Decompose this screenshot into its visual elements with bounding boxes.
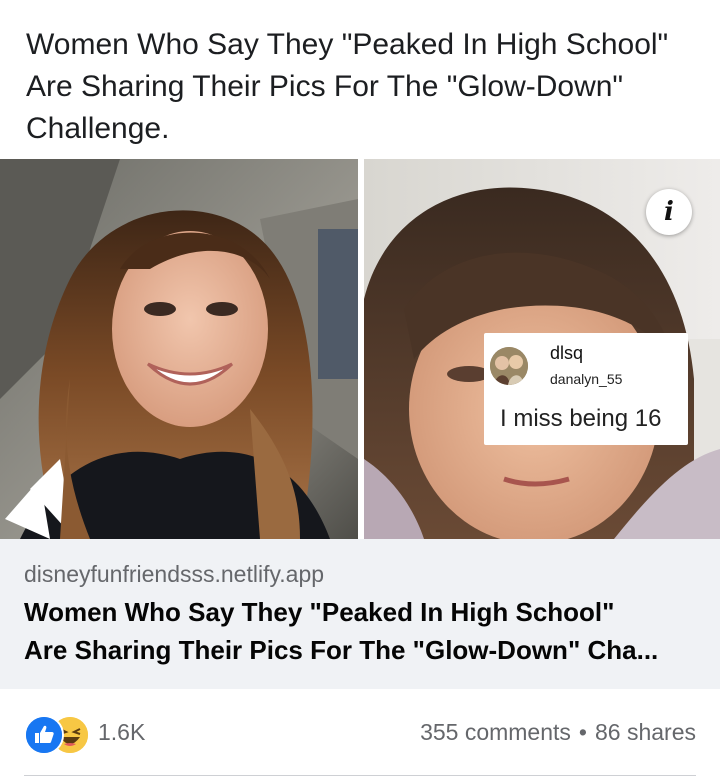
engagement-bar: 1.6K 355 comments • 86 shares	[0, 689, 720, 779]
link-title-line: Women Who Say They "Peaked In High Schoo…	[24, 597, 615, 627]
feed-post: Women Who Say They "Peaked In High Schoo…	[0, 0, 720, 780]
reaction-icons[interactable]	[24, 715, 94, 755]
comments-count[interactable]: 355 comments	[420, 719, 571, 745]
post-text-line: Are Sharing Their Pics For The "Glow-Dow…	[26, 70, 624, 103]
comment-share-counts: 355 comments • 86 shares	[420, 719, 696, 746]
link-title[interactable]: Women Who Say They "Peaked In High Schoo…	[24, 593, 704, 669]
post-text-line: Women Who Say They "Peaked In High Schoo…	[26, 28, 669, 61]
post-text-line: Challenge.	[26, 112, 170, 145]
instagram-overlay: dlsq danalyn_55 I miss being 16	[484, 333, 688, 445]
separator: •	[578, 719, 587, 745]
overlay-caption: I miss being 16	[500, 405, 662, 432]
overlay-username: dlsq	[550, 343, 584, 363]
avatar	[490, 347, 528, 385]
post-media-link[interactable]: dlsq danalyn_55 I miss being 16	[0, 159, 720, 539]
link-preview[interactable]: disneyfunfriendsss.netlify.app Women Who…	[0, 539, 720, 689]
info-icon[interactable]: i	[646, 189, 692, 235]
shares-count[interactable]: 86 shares	[595, 719, 696, 745]
like-icon	[24, 715, 64, 755]
smiling-young-woman-photo	[0, 159, 358, 539]
overlay-handle: danalyn_55	[550, 371, 623, 387]
divider	[24, 775, 696, 776]
reaction-count[interactable]: 1.6K	[98, 719, 145, 746]
link-domain: disneyfunfriendsss.netlify.app	[24, 561, 325, 587]
link-title-line: Are Sharing Their Pics For The "Glow-Dow…	[24, 635, 659, 665]
post-text: Women Who Say They "Peaked In High Schoo…	[26, 24, 706, 150]
